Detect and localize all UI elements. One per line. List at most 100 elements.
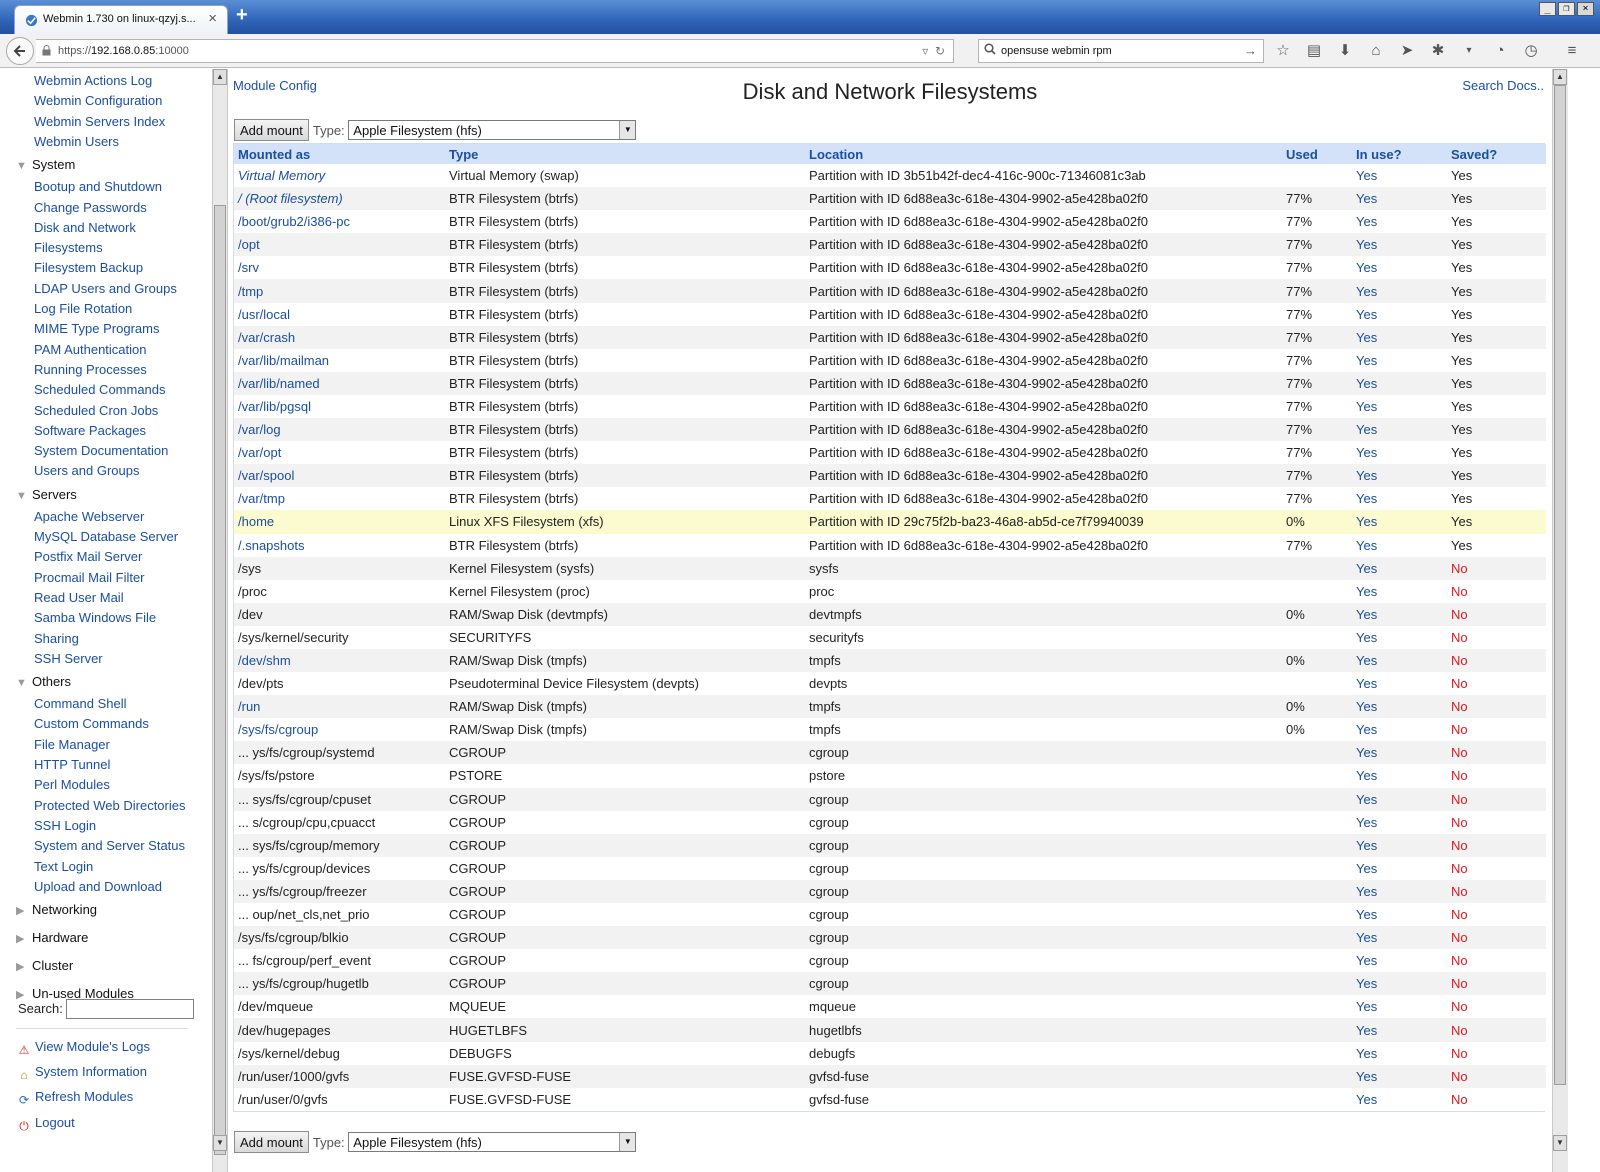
content-scroll-thumb[interactable] (1554, 85, 1566, 1085)
mount-link[interactable]: /var/spool (238, 468, 294, 483)
add-mount-button[interactable]: Add mount (234, 119, 309, 141)
filesystem-type-select-bottom[interactable]: Apple Filesystem (hfs) ▼ (348, 1132, 637, 1152)
sidebar-link-webmin-configuration[interactable]: Webmin Configuration (34, 93, 162, 108)
mount-link[interactable]: /opt (238, 237, 260, 252)
sidebar-category-servers[interactable]: ▼ Servers (16, 487, 77, 502)
sidebar-item-sharing[interactable]: Sharing (34, 631, 79, 646)
mount-cell[interactable]: /home (234, 510, 445, 534)
mount-link[interactable]: / (Root filesystem) (238, 191, 343, 206)
scroll-up-icon[interactable]: ▲ (213, 69, 227, 85)
add-mount-button-bottom[interactable]: Add mount (234, 1131, 309, 1153)
sidebar-link-webmin-actions-log[interactable]: Webmin Actions Log (34, 73, 152, 88)
mount-link[interactable]: /.snapshots (238, 538, 305, 553)
mount-link[interactable]: /var/opt (238, 445, 281, 460)
column-header-type[interactable]: Type (445, 144, 805, 164)
column-header-mounted-as[interactable]: Mounted as (234, 144, 445, 164)
sidebar-action-system-information[interactable]: ⌂ System Information (16, 1064, 147, 1083)
sidebar-item-protected-web-directories[interactable]: Protected Web Directories (34, 798, 186, 813)
mount-cell[interactable]: /var/opt (234, 441, 445, 465)
sidebar-item-running-processes[interactable]: Running Processes (34, 362, 147, 377)
restore-button[interactable]: ❐ (1558, 2, 1575, 16)
mount-cell[interactable]: Virtual Memory (234, 164, 445, 188)
sidebar-item-samba-windows-file[interactable]: Samba Windows File (34, 610, 156, 625)
reading-list-icon[interactable]: ▤ (1305, 42, 1323, 60)
dropdown-icon[interactable]: ▾ (1460, 42, 1478, 60)
sidebar-item-file-manager[interactable]: File Manager (34, 737, 110, 752)
column-header-used[interactable]: Used (1282, 144, 1352, 164)
sidebar-item-log-file-rotation[interactable]: Log File Rotation (34, 301, 132, 316)
mount-cell[interactable]: /var/lib/pgsql (234, 394, 445, 419)
sidebar-item-ssh-login[interactable]: SSH Login (34, 818, 96, 833)
sidebar-link-webmin-servers-index[interactable]: Webmin Servers Index (34, 114, 165, 129)
mount-link[interactable]: /var/crash (238, 330, 295, 345)
sidebar-category-cluster[interactable]: ▶ Cluster (16, 958, 73, 973)
tab-close-icon[interactable]: × (208, 10, 217, 27)
mount-cell[interactable]: /usr/local (234, 302, 445, 326)
sidebar-action-logout[interactable]: ⏻ Logout (16, 1115, 75, 1134)
sidebar-item-bootup-and-shutdown[interactable]: Bootup and Shutdown (34, 179, 162, 194)
mount-cell[interactable]: /var/spool (234, 464, 445, 488)
sidebar-item-pam-authentication[interactable]: PAM Authentication (34, 342, 147, 357)
sync-icon[interactable]: ◔ (1491, 42, 1509, 60)
sidebar-scrollbar[interactable]: ▲ ▼ (212, 69, 228, 1172)
search-bar[interactable]: opensuse webmin rpm → (978, 39, 1264, 63)
sidebar-item-postfix-mail-server[interactable]: Postfix Mail Server (34, 549, 142, 564)
sidebar-category-system[interactable]: ▼ System (16, 157, 75, 172)
column-header-saved[interactable]: Saved? (1447, 144, 1546, 164)
sidebar-item-procmail-mail-filter[interactable]: Procmail Mail Filter (34, 570, 145, 585)
new-tab-button[interactable]: + (236, 4, 248, 27)
mount-cell[interactable]: /opt (234, 233, 445, 257)
filesystem-type-select[interactable]: Apple Filesystem (hfs) ▼ (348, 120, 637, 140)
sidebar-item-software-packages[interactable]: Software Packages (34, 423, 146, 438)
sidebar-item-filesystems[interactable]: Filesystems (34, 240, 103, 255)
sidebar-item-scheduled-commands[interactable]: Scheduled Commands (34, 382, 166, 397)
mount-cell[interactable]: /var/crash (234, 325, 445, 349)
mount-link[interactable]: /var/lib/named (238, 376, 320, 391)
scroll-down-icon[interactable]: ▼ (1553, 1135, 1567, 1151)
sidebar-item-disk-and-network[interactable]: Disk and Network (34, 220, 136, 235)
mount-link[interactable]: /run (238, 699, 260, 714)
sidebar-item-ldap-users-and-groups[interactable]: LDAP Users and Groups (34, 281, 177, 296)
sidebar-item-read-user-mail[interactable]: Read User Mail (34, 590, 124, 605)
menu-icon[interactable]: ≡ (1563, 42, 1581, 60)
mount-cell[interactable]: /dev/shm (234, 648, 445, 673)
sidebar-link-webmin-users[interactable]: Webmin Users (34, 134, 119, 149)
reload-icon[interactable]: ▿ ↻ (922, 44, 945, 58)
mount-cell[interactable]: /srv (234, 256, 445, 280)
column-header-location[interactable]: Location (805, 144, 1282, 164)
mount-link[interactable]: /srv (238, 260, 259, 275)
sidebar-item-perl-modules[interactable]: Perl Modules (34, 777, 110, 792)
sidebar-category-networking[interactable]: ▶ Networking (16, 902, 97, 917)
sidebar-search-input[interactable] (66, 999, 194, 1019)
sidebar-item-mime-type-programs[interactable]: MIME Type Programs (34, 321, 159, 336)
clock-icon[interactable]: ◷ (1522, 42, 1540, 60)
mount-link[interactable]: /var/lib/mailman (238, 353, 329, 368)
column-header-in-use[interactable]: In use? (1352, 144, 1447, 164)
back-button[interactable] (6, 37, 34, 65)
sidebar-action-refresh-modules[interactable]: ⟳ Refresh Modules (16, 1089, 133, 1108)
mount-cell[interactable]: /var/log (234, 418, 445, 442)
sidebar-item-custom-commands[interactable]: Custom Commands (34, 716, 149, 731)
mount-cell[interactable]: /var/lib/mailman (234, 348, 445, 372)
mount-link[interactable]: /boot/grub2/i386-pc (238, 214, 350, 229)
mount-cell[interactable]: /run (234, 695, 445, 719)
mount-cell[interactable]: /var/lib/named (234, 371, 445, 395)
mount-link[interactable]: /tmp (238, 284, 263, 299)
sidebar-item-upload-and-download[interactable]: Upload and Download (34, 879, 162, 894)
scroll-down-icon[interactable]: ▼ (213, 1135, 227, 1151)
send-icon[interactable]: ➤ (1398, 42, 1416, 60)
sidebar-item-text-login[interactable]: Text Login (34, 859, 93, 874)
sidebar-item-system-and-server-status[interactable]: System and Server Status (34, 838, 185, 853)
addon-icon[interactable]: ✱ (1429, 42, 1447, 60)
sidebar-action-view-module-s-logs[interactable]: ⚠ View Module's Logs (16, 1039, 150, 1058)
sidebar-item-command-shell[interactable]: Command Shell (34, 696, 127, 711)
browser-tab[interactable]: Webmin 1.730 on linux-qzyj.s... × (14, 5, 228, 34)
mount-link[interactable]: Virtual Memory (238, 168, 325, 183)
mount-link[interactable]: /sys/fs/cgroup (238, 722, 318, 737)
content-scrollbar[interactable]: ▲ ▼ (1552, 69, 1568, 1172)
sidebar-category-hardware[interactable]: ▶ Hardware (16, 930, 88, 945)
mount-link[interactable]: /var/lib/pgsql (238, 399, 311, 414)
mount-link[interactable]: /home (238, 514, 274, 529)
mount-link[interactable]: /usr/local (238, 307, 290, 322)
sidebar-item-change-passwords[interactable]: Change Passwords (34, 200, 147, 215)
